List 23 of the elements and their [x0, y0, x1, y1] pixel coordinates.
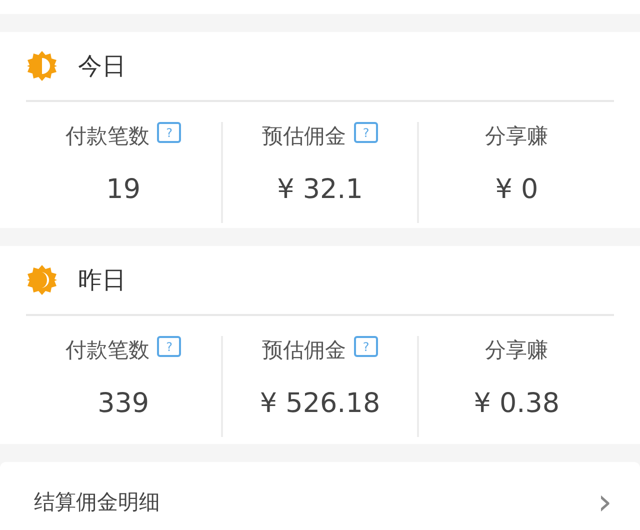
stat-value: ¥ 32.1 — [277, 174, 363, 207]
stat-value: 339 — [98, 388, 150, 421]
stat-value: 19 — [106, 174, 141, 207]
chevron-icon: › — [598, 482, 612, 522]
half-sun-icon — [26, 50, 58, 82]
stat-label: 预估佣金 — [262, 123, 346, 150]
help-icon[interactable]: ? — [157, 122, 182, 143]
row-label: 结算佣金明细 — [34, 489, 160, 516]
stat-label: 付款笔数 — [65, 123, 150, 150]
section-title: 今日 — [78, 51, 126, 82]
crescent-sun-icon — [26, 264, 58, 296]
stat-value: ¥ 526.18 — [260, 388, 380, 421]
stat-value: ¥ 0 — [495, 174, 538, 207]
help-icon[interactable]: ? — [354, 122, 378, 143]
commission-detail-row[interactable]: 结算佣金明细 › — [0, 462, 640, 530]
stat-label: 分享赚 — [485, 337, 548, 364]
help-icon[interactable]: ? — [354, 336, 378, 357]
section-title: 昨日 — [78, 265, 126, 296]
help-icon[interactable]: ? — [157, 336, 182, 357]
stat-value: ¥ 0.38 — [474, 388, 560, 421]
stat-label: 分享赚 — [485, 123, 548, 150]
stat-label: 预估佣金 — [262, 337, 346, 364]
stat-label: 付款笔数 — [65, 337, 150, 364]
